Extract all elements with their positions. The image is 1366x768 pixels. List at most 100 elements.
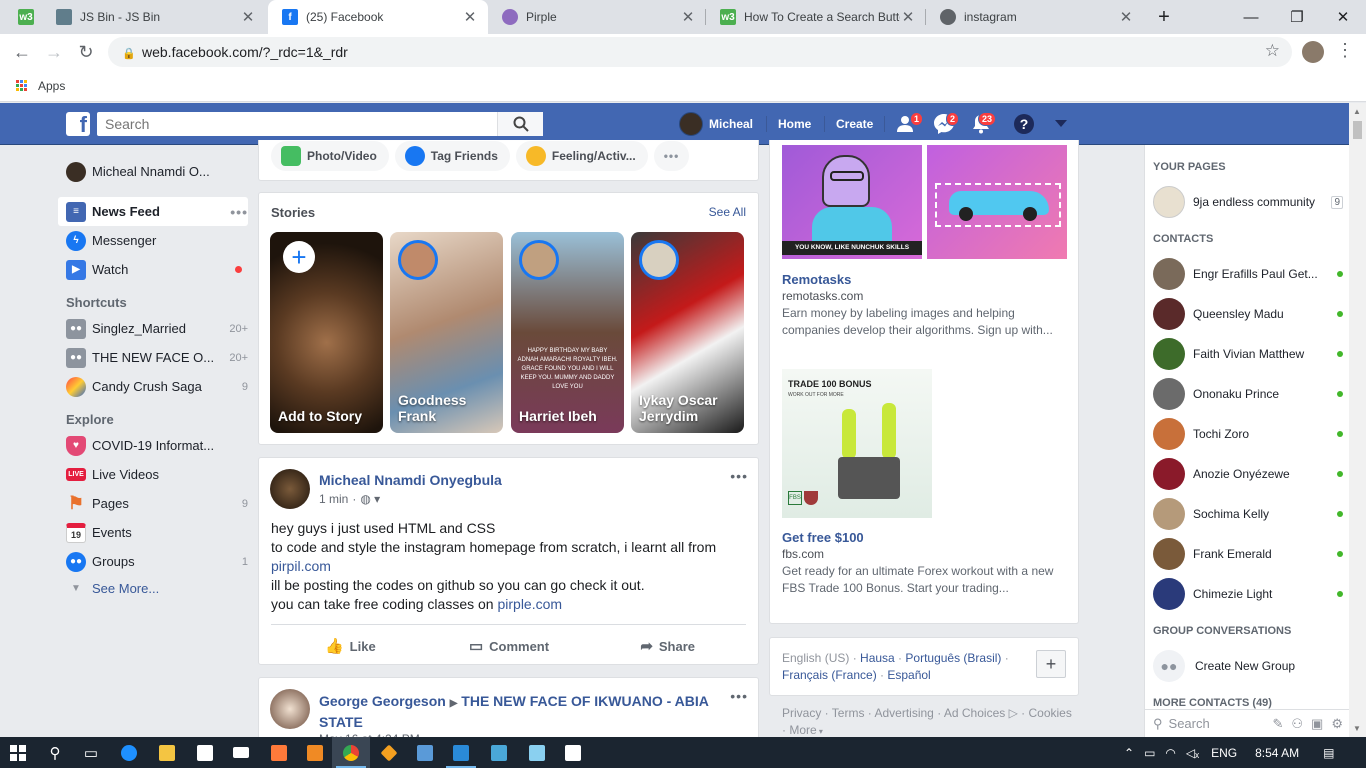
restore-icon[interactable]: ❐ <box>1274 0 1320 34</box>
language-indicator[interactable]: ENG <box>1211 746 1237 760</box>
post-author[interactable]: George Georgeson <box>319 693 446 709</box>
mail-icon[interactable] <box>222 737 260 768</box>
chat-search-input[interactable]: Search <box>1169 716 1273 731</box>
search-icon[interactable]: ⚲ <box>36 737 74 768</box>
browser-profile-avatar[interactable] <box>1302 41 1324 63</box>
photo-video-button[interactable]: Photo/Video <box>271 141 389 171</box>
contact-item[interactable]: Queensley Madu <box>1153 294 1343 334</box>
contact-item[interactable]: Ononaku Prince <box>1153 374 1343 414</box>
friend-requests-button[interactable]: 1 <box>893 107 923 141</box>
browser-tab[interactable]: Pirple ✕ <box>488 0 706 34</box>
bookmark-star-icon[interactable]: ☆ <box>1265 41 1280 61</box>
scrollbar-thumb[interactable] <box>1353 121 1362 139</box>
clock[interactable]: 8:54 AM <box>1255 746 1299 760</box>
footer-link[interactable]: Cookies <box>1029 706 1072 720</box>
browser-tab[interactable]: w3 How To Create a Search Butto ✕ <box>706 0 926 34</box>
post-link[interactable]: pirpil.com <box>271 557 751 576</box>
sidebar-item-events[interactable]: 19 Events <box>58 518 248 547</box>
create-new-group-button[interactable]: ●● Create New Group <box>1153 646 1343 686</box>
see-more-link[interactable]: ▼ See More... <box>58 576 248 600</box>
post-link[interactable]: pirple.com <box>497 596 562 612</box>
contact-item[interactable]: Tochi Zoro <box>1153 414 1343 454</box>
volume-muted-icon[interactable]: ◁ₓ <box>1186 746 1199 760</box>
sidebar-item-shortcut[interactable]: ●● Singlez_Married 20+ <box>58 314 248 343</box>
sidebar-item-groups[interactable]: ●● Groups 1 <box>58 547 248 576</box>
wifi-icon[interactable]: ◠ <box>1165 746 1175 760</box>
edge-icon[interactable] <box>110 737 148 768</box>
battery-icon[interactable]: ▭ <box>1144 746 1155 760</box>
sidebar-profile[interactable]: Micheal Nnamdi O... <box>58 157 248 186</box>
language-link[interactable]: Français (France) <box>782 668 877 682</box>
profile-link[interactable]: Micheal <box>679 103 753 145</box>
more-options-icon[interactable]: ••• <box>230 204 248 220</box>
account-menu-button[interactable] <box>1046 107 1076 141</box>
tray-icons[interactable]: ⌃ ▭ ◠ ◁ₓ ENG 8:54 AM ▤ <box>1124 737 1334 768</box>
app-icon[interactable] <box>260 737 298 768</box>
like-button[interactable]: 👍 Like <box>271 630 430 662</box>
browser-tab-active[interactable]: f (25) Facebook ✕ <box>268 0 488 34</box>
notifications-icon[interactable]: ▤ <box>1323 746 1334 760</box>
story-card[interactable]: HAPPY BIRTHDAY MY BABY ADNAH AMARACHI RO… <box>511 232 624 433</box>
contact-item[interactable]: Sochima Kelly <box>1153 494 1343 534</box>
windows-start-icon[interactable] <box>0 737 36 768</box>
sublime-icon[interactable] <box>296 737 334 768</box>
close-tab-icon[interactable]: ✕ <box>462 8 478 26</box>
avatar[interactable] <box>270 689 310 729</box>
share-button[interactable]: ➦ Share <box>588 630 747 662</box>
compose-icon[interactable]: ✎ <box>1272 716 1283 732</box>
close-tab-icon[interactable]: ✕ <box>680 8 696 26</box>
video-call-icon[interactable]: ▣ <box>1311 716 1323 732</box>
sidebar-item-live-videos[interactable]: LIVE Live Videos <box>58 460 248 489</box>
sidebar-item-watch[interactable]: ▶ Watch <box>58 255 248 284</box>
search-button[interactable] <box>497 112 543 136</box>
globe-privacy-icon[interactable]: ◍ ▾ <box>360 492 380 506</box>
tag-friends-button[interactable]: Tag Friends <box>394 141 510 171</box>
address-bar[interactable]: 🔒 web.facebook.com/?_rdc=1&_rdr ☆ <box>108 37 1292 67</box>
chevron-up-icon[interactable]: ⌃ <box>1124 746 1134 760</box>
feeling-activity-button[interactable]: Feeling/Activ... <box>515 141 648 171</box>
footer-link[interactable]: More <box>789 723 816 737</box>
page-scrollbar[interactable]: ▲ ▼ <box>1349 103 1366 737</box>
avatar[interactable] <box>270 469 310 509</box>
sidebar-item-pages[interactable]: ⚑ Pages 9 <box>58 489 248 518</box>
chrome-icon[interactable] <box>332 737 370 768</box>
home-link[interactable]: Home <box>778 103 811 145</box>
post-options-icon[interactable]: ••• <box>730 468 748 484</box>
scroll-up-icon[interactable]: ▲ <box>1353 107 1361 116</box>
file-explorer-icon[interactable] <box>148 737 186 768</box>
language-link[interactable]: Português (Brasil) <box>905 651 1001 665</box>
sidebar-item-shortcut[interactable]: ●● THE NEW FACE O... 20+ <box>58 343 248 372</box>
add-language-button[interactable]: + <box>1036 650 1066 678</box>
task-view-icon[interactable]: ▭ <box>72 737 110 768</box>
contact-item[interactable]: Chimezie Light <box>1153 574 1343 614</box>
app-icon[interactable] <box>370 737 408 768</box>
language-link[interactable]: Hausa <box>860 651 895 665</box>
settings-gear-icon[interactable]: ⚙ <box>1331 716 1343 732</box>
add-group-icon[interactable]: ⚇ <box>1291 716 1303 732</box>
app-icon[interactable] <box>406 737 444 768</box>
more-composer-options[interactable]: ••• <box>653 141 690 171</box>
sidebar-item-messenger[interactable]: ϟ Messenger <box>58 226 248 255</box>
photos-icon[interactable] <box>554 737 592 768</box>
facebook-logo[interactable]: f <box>66 112 90 136</box>
ad-image[interactable]: TRADE 100 BONUS WORK OUT FOR MORE FBS <box>782 369 932 518</box>
contact-item[interactable]: Frank Emerald <box>1153 534 1343 574</box>
close-tab-icon[interactable]: ✕ <box>1118 8 1134 26</box>
browser-tab[interactable]: w3 JS Bin - JS Bin ✕ <box>4 0 266 34</box>
post-options-icon[interactable]: ••• <box>730 688 748 704</box>
browser-menu-icon[interactable]: ⋮ <box>1336 40 1354 61</box>
reload-icon[interactable]: ↻ <box>74 40 98 64</box>
store-icon[interactable] <box>186 737 224 768</box>
apps-bookmark[interactable]: Apps <box>38 79 65 93</box>
help-button[interactable]: ? <box>1009 107 1039 141</box>
browser-tab[interactable]: instagram ✕ <box>926 0 1144 34</box>
notifications-button[interactable]: 23 <box>966 107 996 141</box>
sidebar-item-covid[interactable]: ♥ COVID-19 Informat... <box>58 431 248 460</box>
footer-link[interactable]: Terms <box>832 706 865 720</box>
create-link[interactable]: Create <box>836 103 873 145</box>
back-icon[interactable]: ← <box>10 40 34 64</box>
messages-button[interactable]: 2 <box>929 107 959 141</box>
footer-link[interactable]: Advertising <box>874 706 933 720</box>
your-page-item[interactable]: 9ja endless community 9 <box>1153 182 1343 222</box>
see-all-stories-link[interactable]: See All <box>709 205 746 219</box>
